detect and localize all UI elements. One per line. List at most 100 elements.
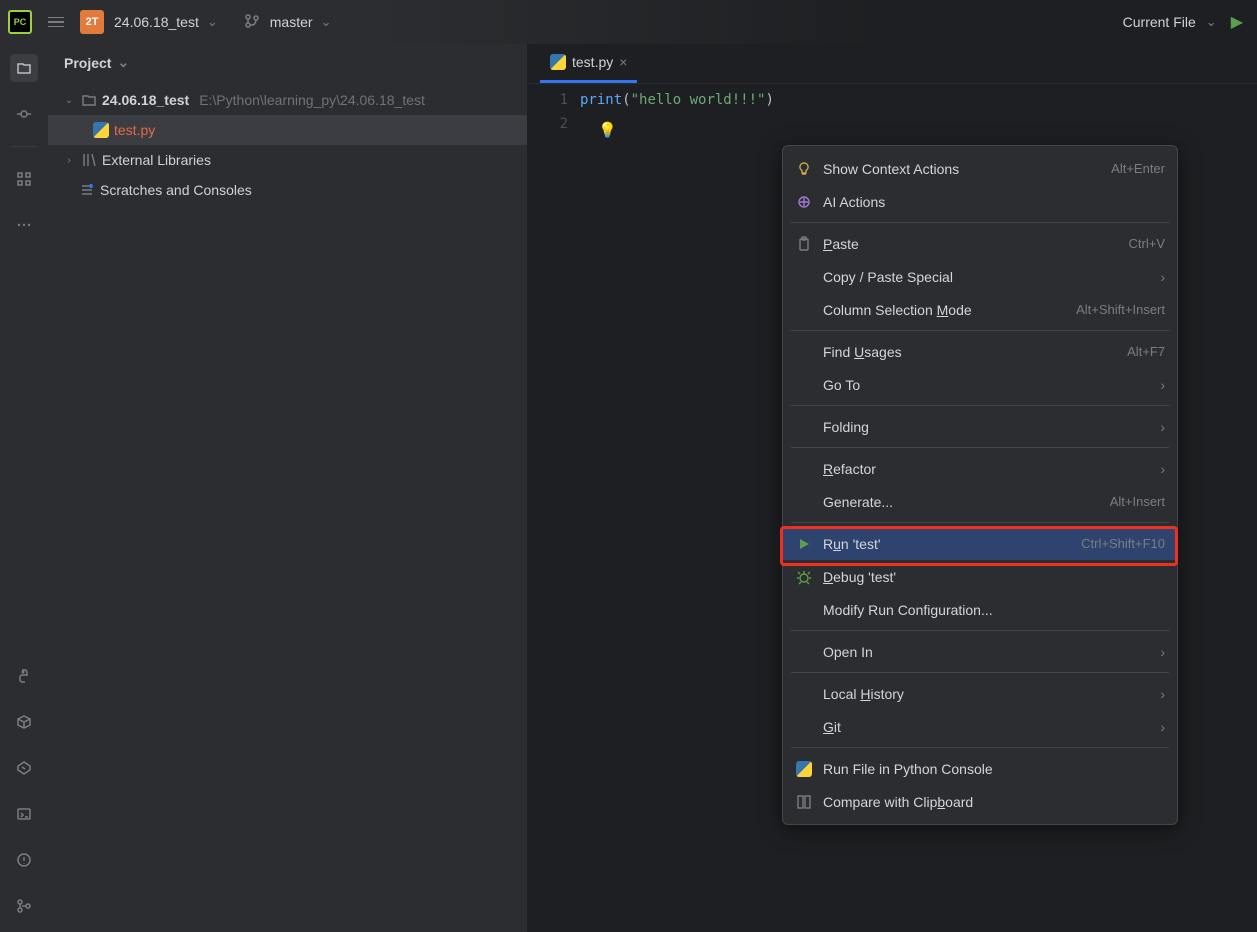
menu-item[interactable]: Open In › xyxy=(783,635,1177,668)
problems-tool-icon[interactable] xyxy=(10,846,38,874)
services-tool-icon[interactable] xyxy=(10,754,38,782)
python-console-icon[interactable] xyxy=(10,662,38,690)
submenu-arrow-icon: › xyxy=(1160,377,1165,393)
menu-item[interactable]: Find UsagesAlt+F7 xyxy=(783,335,1177,368)
menu-item[interactable]: Local History› xyxy=(783,677,1177,710)
tree-root-label: 24.06.18_test xyxy=(102,92,189,108)
run-icon xyxy=(795,536,813,552)
caret-right-icon: › xyxy=(62,155,76,166)
chevron-down-icon: ⌄ xyxy=(117,54,129,71)
menu-item[interactable]: AI Actions xyxy=(783,185,1177,218)
submenu-arrow-icon: › xyxy=(1160,644,1165,660)
menu-item-label: Paste xyxy=(823,236,1119,252)
menu-separator xyxy=(791,522,1169,523)
tree-file-testpy[interactable]: test.py xyxy=(48,115,527,145)
bulb-icon xyxy=(795,161,813,177)
compare-icon xyxy=(795,794,813,810)
menu-item-label: Open In xyxy=(823,644,1150,660)
code-content[interactable]: print("hello world!!!") 💡 xyxy=(580,84,1257,136)
vcs-tool-icon[interactable] xyxy=(10,892,38,920)
tree-root-folder[interactable]: ⌄ 24.06.18_test E:\Python\learning_py\24… xyxy=(48,85,527,115)
menu-item-label: Run File in Python Console xyxy=(823,761,1165,777)
project-name[interactable]: 24.06.18_test xyxy=(114,14,199,30)
submenu-arrow-icon: › xyxy=(1160,461,1165,477)
run-button-icon[interactable]: ▶ xyxy=(1231,12,1243,32)
library-icon xyxy=(80,152,98,168)
menu-item[interactable]: Run File in Python Console xyxy=(783,752,1177,785)
menu-item-label: Generate... xyxy=(823,494,1100,510)
menu-separator xyxy=(791,222,1169,223)
menu-item-label: Local History xyxy=(823,686,1150,702)
menu-item[interactable]: Compare with Clipboard xyxy=(783,785,1177,818)
menu-item[interactable]: Run 'test' Ctrl+Shift+F10 xyxy=(783,527,1177,560)
py-icon xyxy=(795,761,813,777)
menu-item-label: Find Usages xyxy=(823,344,1117,360)
run-config-selector[interactable]: Current File xyxy=(1123,14,1196,30)
intention-bulb-icon[interactable]: 💡 xyxy=(598,118,617,142)
menu-separator xyxy=(791,330,1169,331)
packages-tool-icon[interactable] xyxy=(10,708,38,736)
menu-item[interactable]: Column Selection Mode Alt+Shift+Insert xyxy=(783,293,1177,326)
structure-tool-icon[interactable] xyxy=(10,165,38,193)
chevron-down-icon[interactable]: ⌄ xyxy=(207,14,218,30)
menu-item[interactable]: Go To › xyxy=(783,368,1177,401)
menu-item-label: Debug 'test' xyxy=(823,569,1165,585)
menu-item-label: Compare with Clipboard xyxy=(823,794,1165,810)
project-panel-header[interactable]: Project ⌄ xyxy=(48,44,527,81)
menu-item[interactable]: Generate... Alt+Insert xyxy=(783,485,1177,518)
menu-item-label: AI Actions xyxy=(823,194,1165,210)
tree-item-label: External Libraries xyxy=(102,152,211,168)
menu-shortcut: Ctrl+V xyxy=(1129,236,1165,251)
menu-separator xyxy=(791,630,1169,631)
python-file-icon xyxy=(92,122,110,138)
menu-item-label: Go To xyxy=(823,377,1150,393)
menu-shortcut: Alt+Insert xyxy=(1110,494,1165,509)
menu-item-label: Refactor xyxy=(823,461,1150,477)
debug-icon xyxy=(795,569,813,585)
menu-shortcut: Alt+Shift+Insert xyxy=(1076,302,1165,317)
caret-down-icon: ⌄ xyxy=(62,95,76,106)
titlebar: PC 2T 24.06.18_test ⌄ master ⌄ Current F… xyxy=(0,0,1257,44)
code-editor[interactable]: 1 2 print("hello world!!!") 💡 xyxy=(528,84,1257,136)
menu-item[interactable]: Copy / Paste Special› xyxy=(783,260,1177,293)
menu-item-label: Column Selection Mode xyxy=(823,302,1066,318)
terminal-tool-icon[interactable] xyxy=(10,800,38,828)
project-tool-icon[interactable] xyxy=(10,54,38,82)
tab-testpy[interactable]: test.py × xyxy=(540,44,637,83)
gutter: 1 2 xyxy=(528,84,580,136)
line-number: 1 xyxy=(528,88,568,112)
commit-tool-icon[interactable] xyxy=(10,100,38,128)
menu-item-label: Copy / Paste Special xyxy=(823,269,1150,285)
line-number: 2 xyxy=(528,112,568,136)
menu-item[interactable]: Modify Run Configuration... xyxy=(783,593,1177,626)
menu-separator xyxy=(791,672,1169,673)
chevron-down-icon[interactable]: ⌄ xyxy=(321,14,332,30)
main-menu-button[interactable] xyxy=(44,10,68,34)
branch-icon[interactable] xyxy=(244,13,260,32)
menu-item[interactable]: Refactor › xyxy=(783,452,1177,485)
menu-item-label: Folding xyxy=(823,419,1150,435)
more-tool-icon[interactable] xyxy=(10,211,38,239)
menu-separator xyxy=(791,747,1169,748)
submenu-arrow-icon: › xyxy=(1160,719,1165,735)
close-tab-icon[interactable]: × xyxy=(619,54,627,70)
ai-icon xyxy=(795,194,813,210)
menu-item[interactable]: Git › xyxy=(783,710,1177,743)
editor-tabs: test.py × xyxy=(528,44,1257,84)
menu-item-label: Git xyxy=(823,719,1150,735)
scratches-icon xyxy=(78,182,96,198)
menu-item[interactable]: Paste Ctrl+V xyxy=(783,227,1177,260)
menu-shortcut: Alt+Enter xyxy=(1111,161,1165,176)
tree-file-label: test.py xyxy=(114,122,155,138)
tree-external-libraries[interactable]: › External Libraries xyxy=(48,145,527,175)
tree-scratches[interactable]: Scratches and Consoles xyxy=(48,175,527,205)
branch-name[interactable]: master xyxy=(270,14,313,30)
context-menu: Show Context ActionsAlt+Enter AI Actions P… xyxy=(782,145,1178,825)
menu-item[interactable]: Folding› xyxy=(783,410,1177,443)
menu-shortcut: Ctrl+Shift+F10 xyxy=(1081,536,1165,551)
menu-item[interactable]: Debug 'test' xyxy=(783,560,1177,593)
chevron-down-icon[interactable]: ⌄ xyxy=(1206,14,1217,30)
menu-item-label: Run 'test' xyxy=(823,536,1071,552)
menu-item[interactable]: Show Context ActionsAlt+Enter xyxy=(783,152,1177,185)
left-tool-rail xyxy=(0,44,48,932)
